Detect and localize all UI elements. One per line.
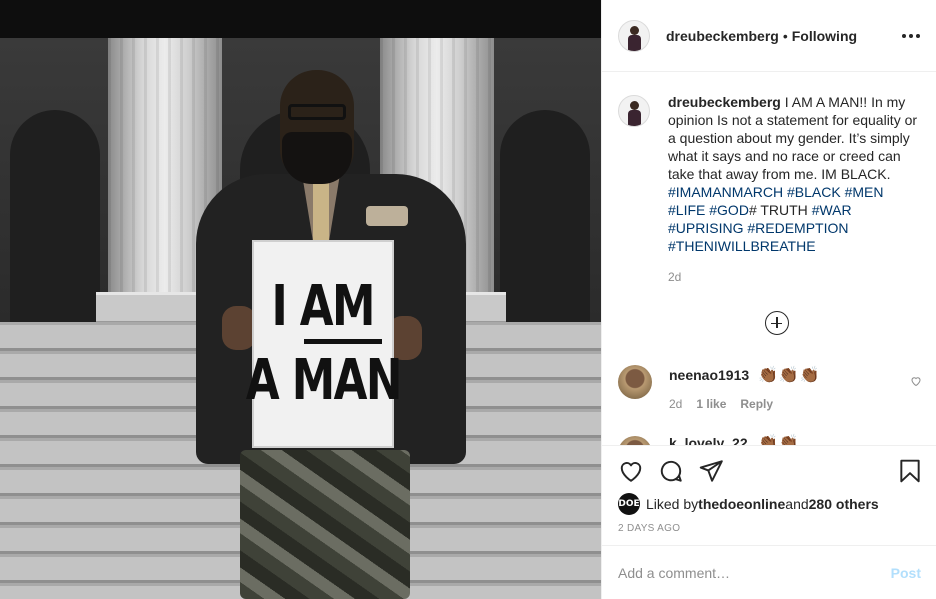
pocket-square xyxy=(366,206,408,226)
paper-plane-icon[interactable] xyxy=(698,458,724,484)
caption-avatar[interactable] xyxy=(618,95,650,127)
caption-username[interactable]: dreubeckemberg xyxy=(668,94,781,110)
hashtag-link[interactable]: #REDEMPTION xyxy=(747,220,848,236)
commenter-username[interactable]: k_lovely_22 xyxy=(669,435,748,445)
comment-meta: 2d 1 like Reply xyxy=(669,397,773,411)
camo-pants xyxy=(240,450,410,599)
author-avatar[interactable] xyxy=(618,19,650,52)
left-hand xyxy=(222,306,256,350)
add-comment-bar: Post xyxy=(602,545,936,599)
hashtag-link[interactable]: #THENIWILLBREATHE xyxy=(668,238,816,254)
doorway-left xyxy=(10,110,100,324)
comment-item: k_lovely_22 👏🏾👏🏾 xyxy=(618,433,923,445)
eyeglasses xyxy=(288,104,346,120)
post-header: dreubeckemberg • Following xyxy=(602,0,936,72)
comment-heart-icon[interactable] xyxy=(910,375,922,387)
doorway-right xyxy=(500,110,590,324)
comment-icon[interactable] xyxy=(658,458,684,484)
sign-underline xyxy=(304,339,382,344)
post-comment-button[interactable]: Post xyxy=(891,565,921,581)
commenter-avatar[interactable] xyxy=(618,436,652,445)
comment-timestamp: 2d xyxy=(669,397,683,411)
comment-likes-link[interactable]: 1 like xyxy=(696,397,726,411)
hashtag-link[interactable]: #WAR xyxy=(812,202,852,218)
comments-section[interactable]: dreubeckemberg I AM A MAN!! In my opinio… xyxy=(602,73,936,445)
liker-avatar[interactable]: DOE xyxy=(618,493,640,515)
post-photo[interactable]: I AM A MAN xyxy=(0,0,601,599)
others-likes-link[interactable]: 280 others xyxy=(809,496,879,512)
liked-by-prefix: Liked by xyxy=(646,496,699,512)
caption-timestamp: 2d xyxy=(668,270,682,284)
hashtag-link[interactable]: #GOD xyxy=(709,202,749,218)
bookmark-icon[interactable] xyxy=(897,458,923,484)
comment-text: 👏🏾👏🏾 xyxy=(758,435,800,445)
post-actions: DOE Liked by thedoeonline and 280 others… xyxy=(602,445,936,545)
hashtag-link[interactable]: #UPRISING xyxy=(668,220,743,236)
commenter-username[interactable]: neenao1913 xyxy=(669,367,749,383)
hashtag-link[interactable]: #BLACK xyxy=(787,184,841,200)
beard xyxy=(282,132,352,184)
photo-top-band xyxy=(0,0,601,38)
comment-text: 👏🏾👏🏾👏🏾 xyxy=(758,367,821,384)
caption-text: dreubeckemberg I AM A MAN!! In my opinio… xyxy=(668,93,918,255)
post-caption: dreubeckemberg I AM A MAN!! In my opinio… xyxy=(618,93,923,255)
caption-mid-text: # TRUTH xyxy=(748,202,812,218)
comment-input[interactable] xyxy=(618,564,891,581)
hashtag-link[interactable]: #MEN xyxy=(845,184,884,200)
header-separator: • xyxy=(782,27,788,44)
heart-icon[interactable] xyxy=(618,458,644,484)
more-options-icon[interactable] xyxy=(899,24,923,48)
commenter-avatar[interactable] xyxy=(618,365,652,399)
hashtag-link[interactable]: #IMAMANMARCH xyxy=(668,184,783,200)
author-username[interactable]: dreubeckemberg xyxy=(666,28,779,44)
sign-line-2: A MAN xyxy=(245,348,402,413)
hashtag-link[interactable]: #LIFE xyxy=(668,202,705,218)
liker-username-link[interactable]: thedoeonline xyxy=(698,496,785,512)
liked-by-and: and xyxy=(785,496,809,512)
post-side-panel: dreubeckemberg • Following dreubeckember… xyxy=(601,0,936,599)
plus-circle-icon[interactable] xyxy=(765,311,789,335)
protest-sign: I AM A MAN xyxy=(245,240,402,448)
instagram-post: I AM A MAN dreubeckemberg • Following dr… xyxy=(0,0,936,599)
sign-line-1: I AM xyxy=(271,274,376,339)
reply-button[interactable]: Reply xyxy=(740,397,773,411)
following-button[interactable]: Following xyxy=(792,28,857,44)
post-timestamp[interactable]: 2 DAYS AGO xyxy=(618,523,680,534)
liked-by-row: DOE Liked by thedoeonline and 280 others xyxy=(618,493,879,515)
